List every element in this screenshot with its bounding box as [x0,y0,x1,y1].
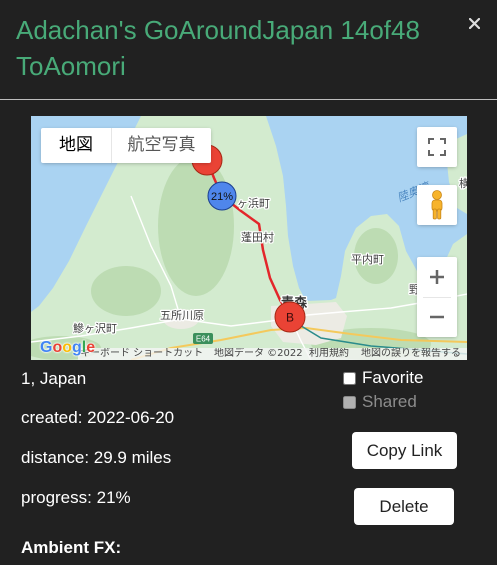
progress-value: 21% [96,488,131,507]
close-icon [469,18,480,29]
map-label-sotogahama: ヶ浜町 [237,197,270,210]
trip-detail-modal: Adachan's GoAroundJapan 14of48 ToAomori [0,0,497,565]
map-label-goshogawara: 五所川原 [160,309,204,322]
destination-marker-label: B [286,311,294,325]
created-value: 2022-06-20 [87,408,175,427]
pegman-icon [431,190,443,220]
map-label-yomogita: 蓬田村 [241,230,274,244]
progress-marker-label: 21% [211,191,233,203]
location-text: 1, Japan [21,369,87,388]
zoom-in-button[interactable] [417,257,457,297]
distance-value: 29.9 miles [93,448,172,467]
map-attribution: キーボード ショートカット 地図データ ©2022 利用規約 地図の誤りを報告す… [78,348,467,360]
shared-label: Shared [362,392,417,411]
highway-shield: E64 [193,333,213,344]
google-logo[interactable]: Google [40,340,95,356]
map-label-ajigasawa: 鰺ヶ沢町 [73,321,117,335]
google-logo-letter: o [62,339,73,356]
map-type-map-button[interactable]: 地図 [41,128,111,163]
plus-icon [430,270,444,284]
progress-label: progress: [21,488,92,507]
keyboard-shortcuts-link[interactable]: キーボード ショートカット [80,348,203,360]
ambient-fx-heading: Ambient FX: [21,538,122,557]
zoom-control [417,257,457,337]
close-button[interactable] [469,18,480,29]
google-logo-letter: o [52,339,63,356]
favorite-label[interactable]: Favorite [362,368,423,388]
progress-row: progress: 21% [21,488,131,508]
map-type-control: 地図 航空写真 [41,128,211,163]
distance-row: distance: 29.9 miles [21,448,171,468]
created-label: created: [21,408,83,427]
distance-label: distance: [21,448,90,467]
map-type-satellite-button[interactable]: 航空写真 [111,128,211,163]
fullscreen-icon [428,138,446,156]
report-error-link[interactable]: 地図の誤りを報告する [361,348,461,360]
copy-link-button[interactable]: Copy Link [352,432,457,469]
map-label-hiranai: 平内町 [351,252,384,266]
map-data-link[interactable]: 地図データ ©2022 [214,348,303,360]
delete-button[interactable]: Delete [354,488,454,525]
street-view-button[interactable] [417,185,457,225]
fullscreen-button[interactable] [417,127,457,167]
header-divider [0,99,497,100]
route-map[interactable]: ヶ浜町 蓬田村 平内町 五所川原 鰺ヶ沢町 青森 陸奥湾 横 野 E64 21%… [31,116,467,360]
zoom-out-button[interactable] [417,297,457,337]
google-logo-letter: e [86,339,96,356]
destination-marker[interactable]: B [274,301,306,333]
shared-checkbox[interactable] [343,396,356,409]
favorite-checkbox[interactable] [343,372,356,385]
google-logo-letter: g [72,339,82,356]
highway-shield-label: E64 [196,335,211,344]
google-logo-letter: G [40,339,53,356]
map-label-yokohama: 横 [459,176,467,190]
progress-marker[interactable]: 21% [207,181,237,211]
minus-icon [430,315,444,319]
trip-title: Adachan's GoAroundJapan 14of48 ToAomori [16,15,420,81]
created-row: created: 2022-06-20 [21,408,174,428]
terms-link[interactable]: 利用規約 [309,348,349,360]
